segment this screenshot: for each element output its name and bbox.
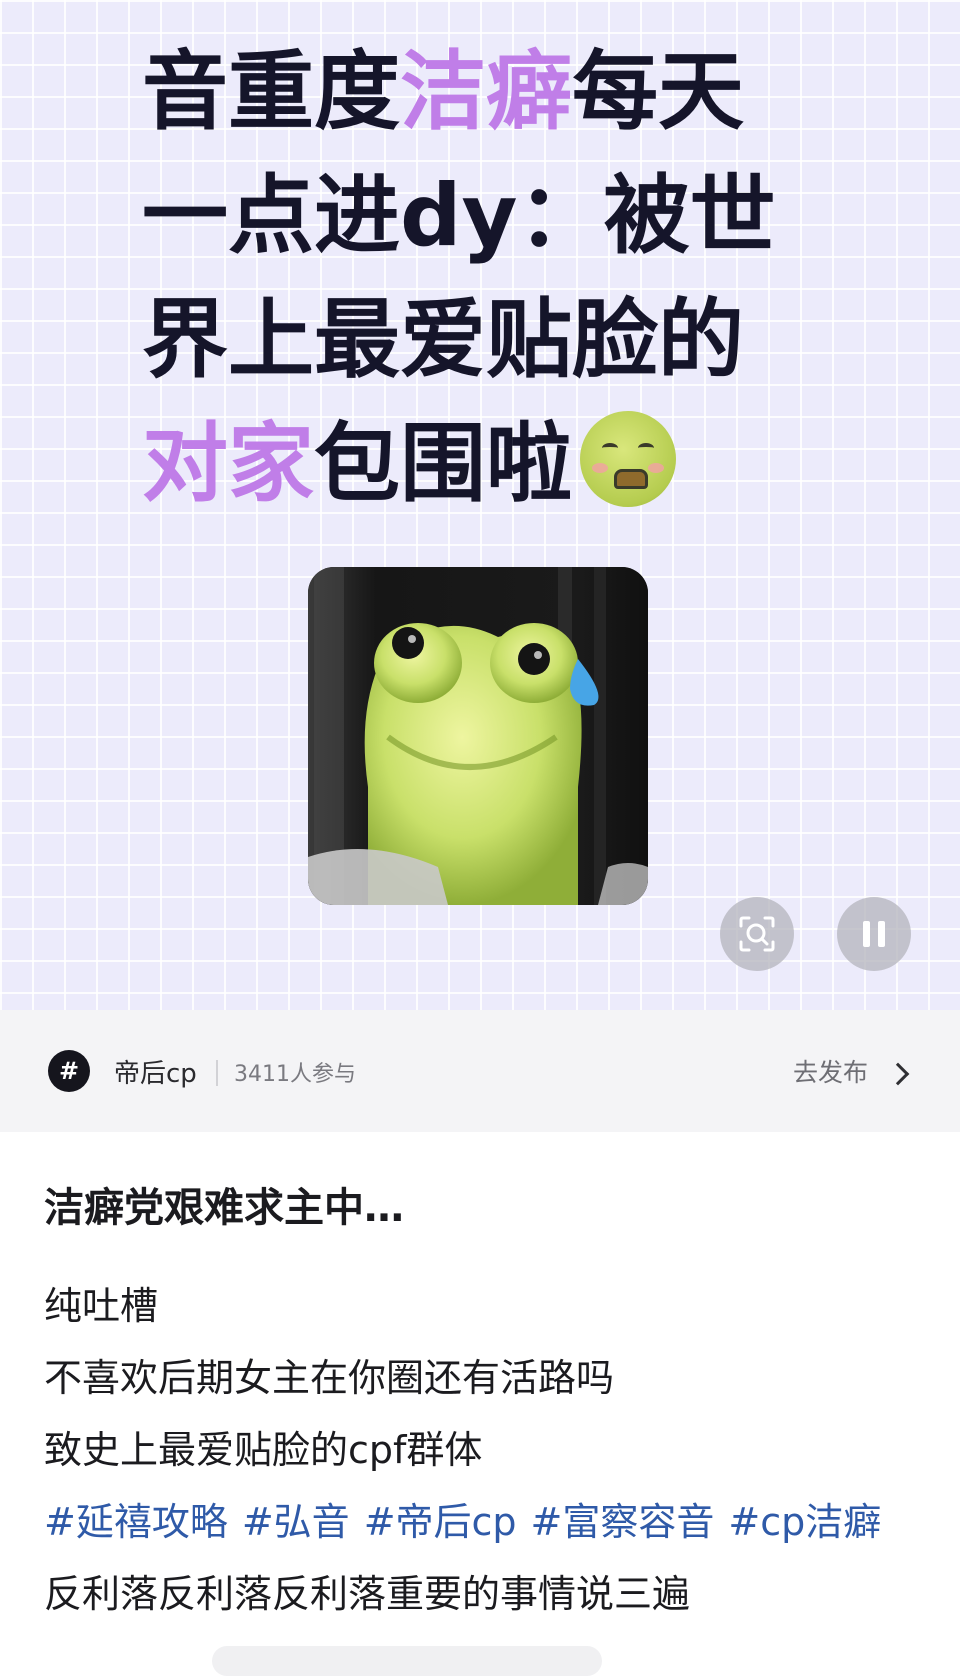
hashtag-list: #延禧攻略 #弘音 #帝后cp #富察容音 #cp洁癖 [44, 1486, 924, 1558]
post-line: 致史上最爱贴脸的cpf群体 [44, 1428, 483, 1472]
post-body: 纯吐槽 不喜欢后期女主在你圈还有活路吗 致史上最爱贴脸的cpf群体 #延禧攻略 #… [44, 1270, 924, 1630]
frog-illustration [308, 567, 648, 905]
caption-highlight: 对家 [142, 414, 314, 514]
chevron-right-icon [886, 1062, 910, 1086]
go-publish-button[interactable]: 去发布 [793, 1056, 910, 1090]
caption-text: 每天 [572, 42, 744, 142]
image-search-button[interactable] [720, 897, 794, 971]
topic-hashtag-icon: # [48, 1050, 90, 1092]
caption-line: 界上最爱贴脸的 [142, 290, 744, 390]
frog-meme-image [308, 567, 648, 905]
hero-caption: 音重度洁癖每天 一点进dy：被世 界上最爱贴脸的 对家包围啦 [142, 30, 822, 526]
nauseated-face-icon [580, 411, 676, 507]
caption-highlight: 洁癖 [400, 42, 572, 142]
post-media[interactable]: 音重度洁癖每天 一点进dy：被世 界上最爱贴脸的 对家包围啦 [0, 0, 960, 1010]
post-line: 反利落反利落反利落重要的事情说三遍 [44, 1572, 691, 1616]
topic-divider [216, 1060, 218, 1086]
topic-participant-count: 3411人参与 [234, 1062, 356, 1087]
go-publish-label: 去发布 [793, 1058, 869, 1087]
caption-line: 一点进dy：被世 [142, 166, 776, 266]
hashtag-link[interactable]: #弘音 [242, 1500, 350, 1544]
post-line: 纯吐槽 [44, 1284, 159, 1328]
post-title: 洁癖党艰难求主中… [44, 1185, 404, 1231]
bottom-comment-bar[interactable] [212, 1646, 602, 1676]
post-line: 不喜欢后期女主在你圈还有活路吗 [44, 1356, 615, 1400]
topic-name[interactable]: 帝后cp [114, 1056, 197, 1092]
caption-text: 包围啦 [314, 414, 572, 514]
hashtag-link[interactable]: #富察容音 [531, 1500, 715, 1544]
pause-button[interactable] [837, 897, 911, 971]
caption-text: 音重度 [142, 42, 400, 142]
hashtag-link[interactable]: #帝后cp [364, 1500, 517, 1544]
hashtag-link[interactable]: #cp洁癖 [728, 1500, 881, 1544]
pause-icon [863, 921, 885, 947]
hashtag-link[interactable]: #延禧攻略 [44, 1500, 228, 1544]
image-search-icon [739, 916, 775, 952]
caption-line: 对家包围啦 [142, 411, 676, 514]
caption-line: 音重度洁癖每天 [142, 42, 744, 142]
